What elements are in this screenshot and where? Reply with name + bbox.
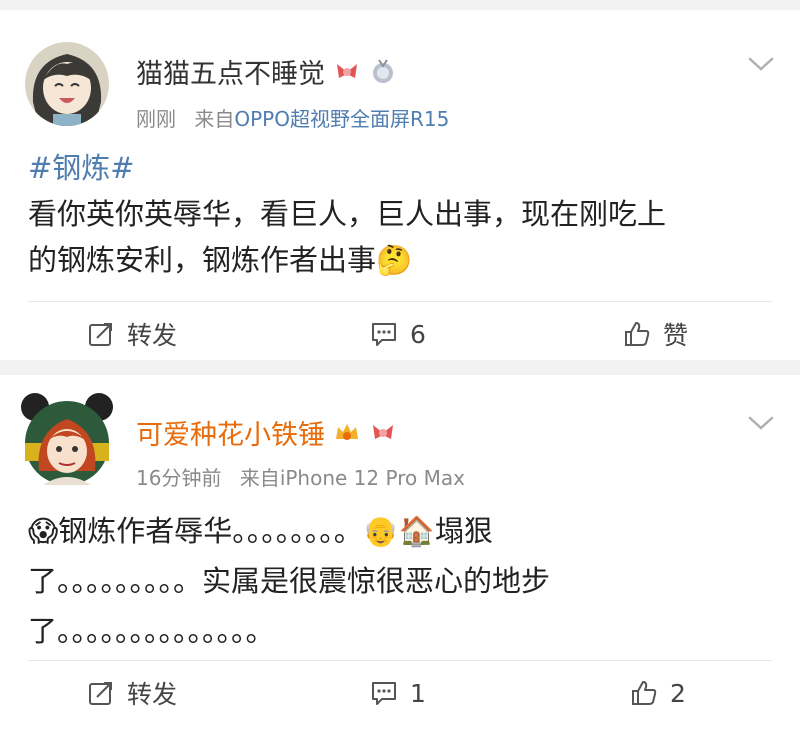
divider xyxy=(28,301,772,302)
repost-icon xyxy=(89,682,112,705)
content-line-1: 看你英你英辱华，看巨人，巨人出事，现在刚吃上 xyxy=(28,197,667,231)
topic-tag[interactable]: #钢炼# xyxy=(28,151,135,185)
username[interactable]: 猫猫五点不睡觉 xyxy=(136,52,325,91)
comment-icon xyxy=(372,323,396,346)
post-time: 刚刚 xyxy=(136,107,176,131)
old-man-emoji-icon: 👴 xyxy=(362,514,399,548)
repost-label: 转发 xyxy=(127,680,178,709)
vip-crown-badge-icon xyxy=(333,419,361,447)
comment-count: 6 xyxy=(410,319,426,349)
post-time: 16分钟前 xyxy=(136,466,222,490)
post-content: 😱钢炼作者辱华。。。。。。。。👴🏠塌狠 了。。。。。。。。。实属是很震惊很恶心的… xyxy=(28,506,770,656)
comment-icon xyxy=(372,682,396,705)
repost-icon xyxy=(89,323,112,346)
repost-label: 转发 xyxy=(127,321,178,350)
action-bar: 转发 6 赞 xyxy=(0,304,800,364)
username-row: 猫猫五点不睡觉 xyxy=(136,52,397,91)
scream-emoji-icon: 😱 xyxy=(28,514,59,548)
like-button[interactable]: 赞 xyxy=(623,304,688,364)
comment-button[interactable]: 6 xyxy=(370,304,426,364)
thumbs-up-icon xyxy=(625,322,650,346)
repost-button[interactable]: 转发 xyxy=(87,304,177,364)
action-bar: 转发 1 2 xyxy=(0,663,800,723)
post-source[interactable]: OPPO超视野全面屏R15 xyxy=(234,107,449,131)
avatar[interactable] xyxy=(25,42,109,126)
chevron-down-icon[interactable] xyxy=(748,415,774,431)
ribbon-badge-icon xyxy=(333,58,361,86)
post-source[interactable]: iPhone 12 Pro Max xyxy=(280,466,465,490)
username[interactable]: 可爱种花小铁锤 xyxy=(136,413,325,452)
post-card-1: 猫猫五点不睡觉 刚刚 来自OPPO超视野全面屏R15 #钢炼# 看你英你英辱华，… xyxy=(0,10,800,360)
house-emoji-icon: 🏠 xyxy=(398,514,435,548)
post-card-2: 可爱种花小铁锤 16分钟前 来自iPhone 12 Pro Max 😱钢炼作者辱… xyxy=(0,375,800,732)
avatar[interactable] xyxy=(21,393,113,485)
post-content: #钢炼# 看你英你英辱华，看巨人，巨人出事，现在刚吃上 的钢炼安利，钢炼作者出事… xyxy=(28,145,770,283)
thumbs-up-icon xyxy=(632,681,657,705)
chevron-down-icon[interactable] xyxy=(748,56,774,72)
repost-button[interactable]: 转发 xyxy=(87,663,177,723)
like-label: 赞 xyxy=(663,321,689,350)
content-line-2: 了。。。。。。。。。实属是很震惊很恶心的地步 xyxy=(28,564,551,598)
content-line-3: 了。。。。。。。。。。。。。。 xyxy=(28,614,275,648)
medal-badge-icon xyxy=(369,58,397,86)
ribbon-badge-icon xyxy=(369,419,397,447)
like-button[interactable]: 2 xyxy=(630,663,686,723)
comment-button[interactable]: 1 xyxy=(370,663,426,723)
username-row: 可爱种花小铁锤 xyxy=(136,413,397,452)
post-meta: 16分钟前 来自iPhone 12 Pro Max xyxy=(136,462,465,491)
post-meta: 刚刚 来自OPPO超视野全面屏R15 xyxy=(136,103,449,132)
comment-count: 1 xyxy=(410,678,426,708)
content-line-1: 钢炼作者辱华。。。。。。。。 xyxy=(58,514,363,548)
like-count: 2 xyxy=(670,678,686,708)
source-prefix: 来自 xyxy=(239,466,280,490)
thinking-emoji-icon: 🤔 xyxy=(376,243,413,277)
source-prefix: 来自 xyxy=(194,107,235,131)
content-line-1-tail: 塌狠 xyxy=(434,514,493,548)
divider xyxy=(28,660,772,661)
content-line-2: 的钢炼安利，钢炼作者出事 xyxy=(28,243,377,277)
